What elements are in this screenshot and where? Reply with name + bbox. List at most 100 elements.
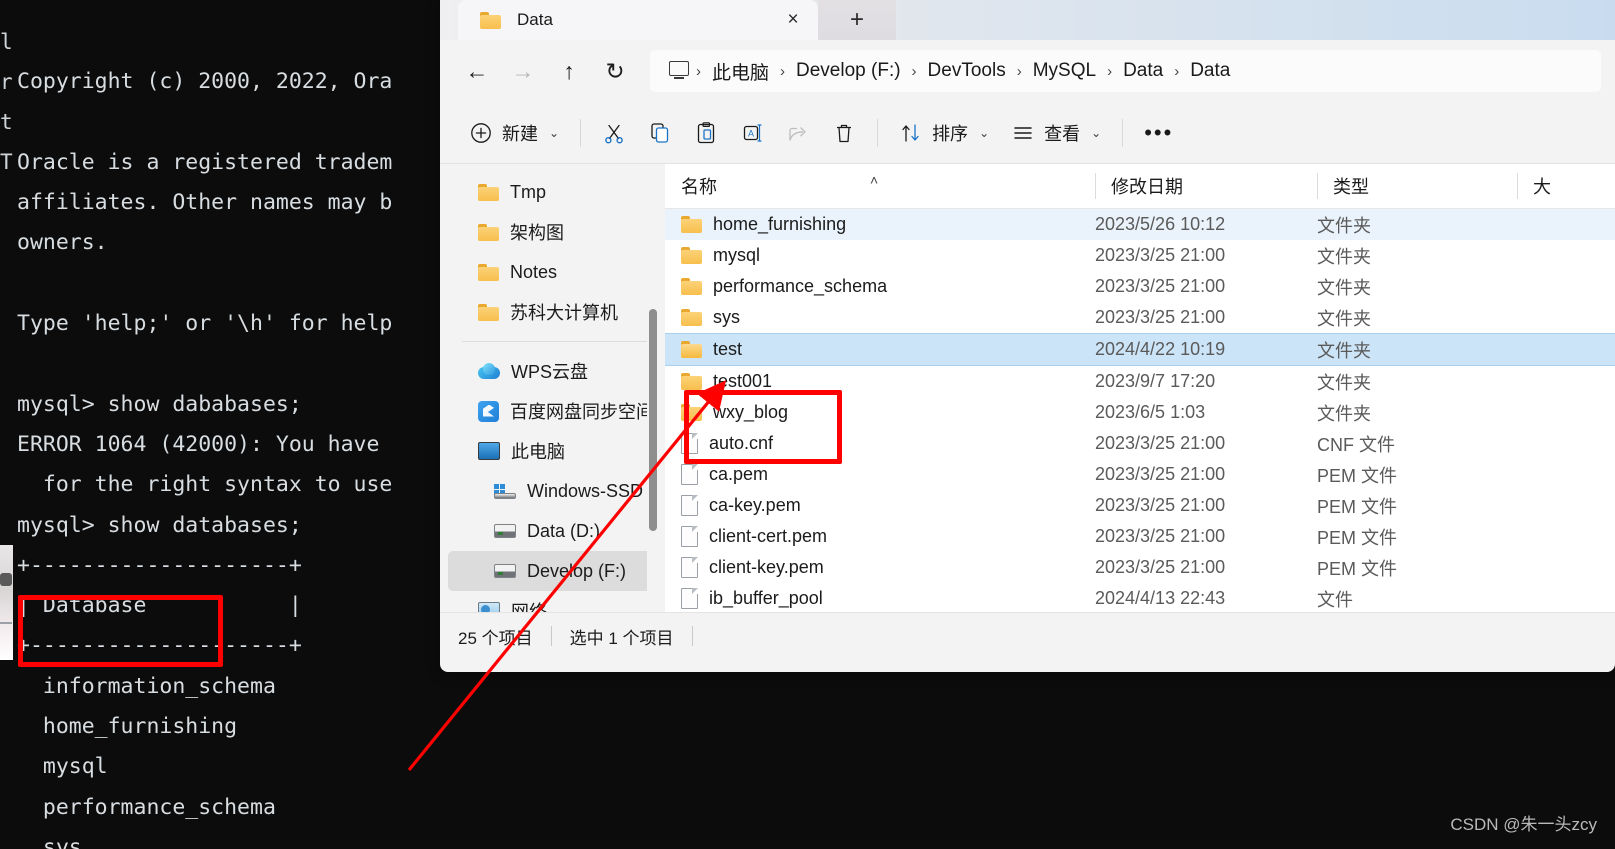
sidebar-item-label: 网络 (511, 602, 547, 612)
table-row[interactable]: home_furnishing 2023/5/26 10:12 文件夹 (665, 209, 1615, 240)
folder-icon (478, 183, 499, 201)
sidebar-item-Tmp[interactable]: Tmp (448, 172, 657, 212)
sidebar-item-百度网盘同步空间[interactable]: 百度网盘同步空间 (448, 391, 657, 431)
column-header-name[interactable]: 名称 ˄ (665, 171, 1095, 201)
breadcrumb-separator: › (1016, 62, 1022, 80)
sidebar-item-label: 百度网盘同步空间 (510, 402, 654, 422)
copy-icon (651, 122, 669, 143)
file-icon (681, 495, 698, 516)
column-header-type[interactable]: 类型 (1317, 171, 1517, 201)
close-icon[interactable]: × (782, 9, 804, 31)
copy-button[interactable] (637, 112, 683, 154)
up-button[interactable]: ↑ (546, 51, 592, 91)
terminal-line: mysql> show dababases; (17, 391, 302, 417)
command-bar: 新建 ⌄ A 排序 ⌄ 查看 ⌄ ••• (440, 102, 1615, 164)
file-name-label: test (713, 339, 743, 359)
file-name-label: mysql (713, 245, 761, 265)
folder-icon (681, 216, 702, 233)
sidebar-item-苏科大计算机[interactable]: 苏科大计算机 (448, 292, 657, 332)
sidebar-item-Windows-SSD[interactable]: Windows-SSD (448, 471, 657, 511)
new-tab-button[interactable]: + (818, 0, 896, 40)
rename-button[interactable]: A (729, 112, 775, 154)
breadcrumb-item-2[interactable]: DevTools (919, 57, 1015, 85)
column-header-size[interactable]: 大 (1517, 171, 1615, 201)
sidebar-item-label: Windows-SSD (527, 480, 644, 501)
tab-data[interactable]: Data × (458, 0, 818, 40)
terminal-line: Copyright (c) 2000, 2022, Ora (17, 69, 393, 95)
terminal-line: Type 'help;' or '\h' for help (17, 311, 393, 337)
terminal-line: sys (17, 834, 82, 849)
file-name-label: client-key.pem (709, 557, 824, 577)
sidebar-scrollbar[interactable] (647, 164, 659, 612)
new-button[interactable]: 新建 ⌄ (458, 112, 570, 154)
back-button[interactable]: ← (454, 51, 500, 91)
file-type-cell: 文件 (1317, 589, 1353, 610)
sidebar-item-label: Develop (F:) (527, 560, 627, 581)
file-date-cell: 2023/9/7 17:20 (1095, 371, 1216, 391)
table-row[interactable]: performance_schema 2023/3/25 21:00 文件夹 (665, 271, 1615, 302)
terminal-line: information_schema (17, 673, 276, 699)
table-row[interactable]: ca.pem 2023/3/25 21:00 PEM 文件 (665, 459, 1615, 490)
sort-button[interactable]: 排序 ⌄ (888, 112, 1000, 154)
terminal-line: affiliates. Other names may b (17, 190, 393, 216)
breadcrumb-separator: › (780, 62, 786, 80)
file-type-cell: PEM 文件 (1317, 558, 1398, 579)
table-row[interactable]: ca-key.pem 2023/3/25 21:00 PEM 文件 (665, 490, 1615, 521)
table-row[interactable]: test 2024/4/22 10:19 文件夹 (665, 333, 1615, 366)
sidebar-scrollbar-thumb[interactable] (649, 309, 657, 531)
table-row[interactable]: auto.cnf 2023/3/25 21:00 CNF 文件 (665, 428, 1615, 459)
folder-icon (681, 373, 702, 390)
breadcrumb-item-3[interactable]: MySQL (1024, 57, 1105, 85)
folder-icon (681, 309, 702, 326)
sidebar-item-WPS云盘[interactable]: WPS云盘 (448, 351, 657, 391)
view-button[interactable]: 查看 ⌄ (1000, 112, 1112, 154)
folder-open-icon (681, 341, 702, 358)
desktop-background (445, 660, 1615, 849)
breadcrumb-item-0[interactable]: 此电脑 (703, 55, 778, 88)
table-row[interactable]: wxy_blog 2023/6/5 1:03 文件夹 (665, 397, 1615, 428)
breadcrumb-item-1[interactable]: Develop (F:) (787, 57, 910, 85)
table-row[interactable]: ib_buffer_pool 2024/4/13 22:43 文件 (665, 583, 1615, 612)
breadcrumb-item-4[interactable]: Data (1114, 57, 1172, 85)
table-row[interactable]: client-cert.pem 2023/3/25 21:00 PEM 文件 (665, 521, 1615, 552)
file-name-cell: ca-key.pem (665, 495, 1095, 516)
folder-icon (681, 404, 702, 421)
cut-button[interactable] (591, 112, 637, 154)
column-header-date[interactable]: 修改日期 (1095, 171, 1317, 201)
more-options-button[interactable]: ••• (1133, 112, 1184, 154)
tab-title: Data (517, 10, 553, 29)
table-row[interactable]: client-key.pem 2023/3/25 21:00 PEM 文件 (665, 552, 1615, 583)
status-divider (691, 626, 693, 646)
refresh-button[interactable]: ↻ (592, 51, 638, 91)
file-name-cell: test001 (665, 371, 1095, 392)
table-row[interactable]: sys 2023/3/25 21:00 文件夹 (665, 302, 1615, 333)
forward-button[interactable]: → (500, 51, 546, 91)
file-icon (681, 464, 698, 485)
sidebar-item-Develop (F:)[interactable]: Develop (F:) (448, 551, 657, 591)
baidu-netdisk-icon (478, 400, 499, 422)
table-row[interactable]: test001 2023/9/7 17:20 文件夹 (665, 366, 1615, 397)
toolbar-divider (580, 118, 582, 147)
share-button[interactable] (775, 112, 821, 154)
sidebar-item-Notes[interactable]: Notes (448, 252, 657, 292)
sidebar-item-label: 苏科大计算机 (510, 303, 618, 323)
table-row[interactable]: mysql 2023/3/25 21:00 文件夹 (665, 240, 1615, 271)
sidebar-item-架构图[interactable]: 架构图 (448, 212, 657, 252)
watermark: CSDN @朱一头zcy (1450, 815, 1597, 834)
sidebar-item-此电脑[interactable]: 此电脑 (448, 431, 657, 471)
list-view-icon (1014, 126, 1032, 139)
paste-button[interactable] (683, 112, 729, 154)
file-icon (681, 557, 698, 578)
sidebar-divider (462, 341, 647, 342)
delete-button[interactable] (821, 112, 867, 154)
file-name-label: test001 (713, 371, 773, 391)
sidebar-item-Data (D:)[interactable]: Data (D:) (448, 511, 657, 551)
file-name-cell: client-key.pem (665, 557, 1095, 578)
breadcrumb-item-5[interactable]: Data (1181, 57, 1239, 85)
file-date-cell: 2023/3/25 21:00 (1095, 495, 1226, 515)
sidebar-item-网络[interactable]: 网络 (448, 591, 657, 612)
sidebar-item-label: 此电脑 (511, 442, 565, 462)
mysql-terminal[interactable]: Copyright (c) 2000, 2022, Ora Oracle is a… (13, 0, 445, 849)
address-bar[interactable]: › 此电脑 › Develop (F:) › DevTools › MySQL … (650, 50, 1601, 92)
